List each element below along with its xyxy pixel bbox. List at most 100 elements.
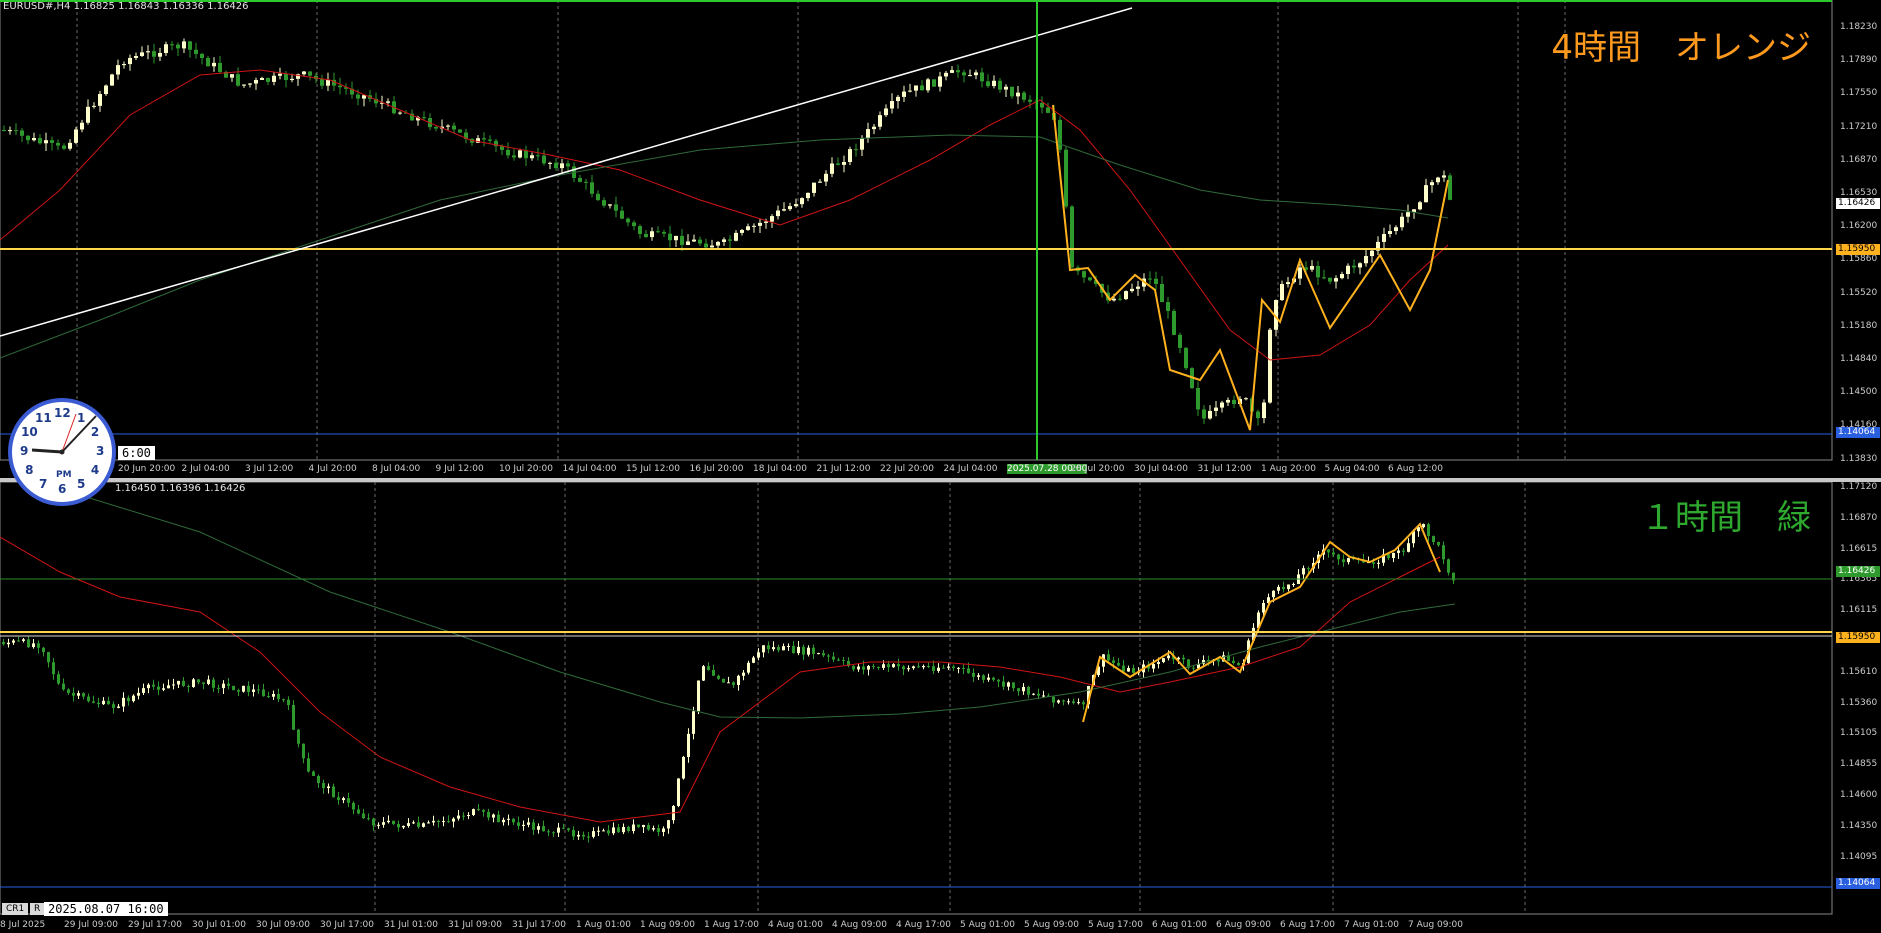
h4-candle <box>32 138 36 141</box>
h1-candle <box>297 729 300 744</box>
h4-candle <box>710 245 714 248</box>
h1-price-tick: 1.14855 <box>1840 759 1878 770</box>
h4-candle <box>782 209 786 211</box>
h4-candle <box>44 140 48 144</box>
h4-price-tick: 1.15520 <box>1840 287 1878 298</box>
h1-candle <box>852 665 855 670</box>
h4-chart-pane[interactable]: EURUSD#,H4 1.16825 1.16843 1.16336 1.164… <box>0 0 1881 478</box>
h4-candle <box>1148 278 1152 280</box>
h4-candle <box>14 130 18 132</box>
h4-candle <box>746 226 750 231</box>
indicator-tab-r[interactable]: R <box>30 903 45 915</box>
h1-candle <box>432 820 435 823</box>
h4-time-tick: 4 Jul 20:00 <box>308 464 357 474</box>
h1-candle <box>367 818 370 820</box>
h4-chart-canvas[interactable] <box>0 0 1881 478</box>
h1-price-tick: 1.17120 <box>1840 482 1878 492</box>
h1-candle <box>457 815 460 819</box>
h1-time-tick: 31 Jul 17:00 <box>512 920 566 930</box>
h4-candle <box>1286 282 1290 285</box>
h1-candle <box>917 666 920 668</box>
h4-time-tick: 24 Jul 04:00 <box>943 464 998 474</box>
h4-candle <box>980 72 984 82</box>
h1-candle <box>1022 686 1025 692</box>
h1-candle <box>1182 657 1185 660</box>
h4-candle <box>758 222 762 226</box>
h4-candle <box>806 192 810 199</box>
h1-candle <box>27 639 30 648</box>
h4-candle <box>188 41 192 50</box>
h1-candle <box>642 825 645 828</box>
h4-candle <box>1388 231 1392 234</box>
h4-time-tick: 9 Jul 12:00 <box>435 464 484 474</box>
h1-candle <box>1282 586 1285 590</box>
h4-candle <box>674 235 678 241</box>
h4-candle <box>1364 256 1368 264</box>
analog-clock-widget[interactable]: 12 1 2 3 4 5 6 7 8 9 10 11 PM <box>8 398 116 506</box>
h4-candle <box>104 85 108 95</box>
h1-time-tick: 6 Aug 09:00 <box>1216 920 1271 930</box>
h4-candle <box>242 84 246 86</box>
h1-candle <box>1012 682 1015 689</box>
h4-candle <box>776 210 780 217</box>
h4-candle <box>1310 265 1314 270</box>
h4-candle <box>692 239 696 242</box>
h1-time-tick: 30 Jul 17:00 <box>320 920 374 930</box>
h4-candle <box>986 81 990 87</box>
h1-candle <box>347 798 350 803</box>
h1-candle <box>302 743 305 759</box>
h1-candle <box>632 824 635 832</box>
h1-candle <box>397 824 400 828</box>
h1-chart-canvas[interactable] <box>0 482 1881 933</box>
h1-candle <box>517 822 520 826</box>
h1-candle <box>77 693 80 696</box>
h1-candle <box>392 820 395 825</box>
h1-time-box: 2025.08.07 16:00 <box>44 902 168 916</box>
h4-candle <box>638 226 642 234</box>
h1-candle <box>412 822 415 824</box>
h1-candle <box>262 689 265 697</box>
h1-plot-frame <box>0 482 1833 915</box>
h1-time-tick: 1 Aug 01:00 <box>576 920 631 930</box>
h4-candle <box>1448 175 1452 200</box>
h4-candle <box>110 74 114 86</box>
h1-candle <box>87 696 90 702</box>
h4-candle <box>518 150 522 158</box>
h4-candle <box>686 241 690 245</box>
clock-second-hand <box>61 413 77 453</box>
h4-candle <box>1130 288 1134 292</box>
h4-candle <box>20 130 24 136</box>
h1-candle <box>1427 524 1430 537</box>
indicator-tab-cr1[interactable]: CR1 <box>2 903 29 915</box>
h1-candle <box>1392 552 1395 559</box>
h1-label: １時間 緑 <box>1641 498 1811 538</box>
h4-candle <box>1406 212 1410 217</box>
h4-candle <box>536 155 540 157</box>
h1-candle <box>512 818 515 823</box>
h4-candle <box>284 73 288 81</box>
h4-candle <box>1058 119 1062 150</box>
h4-price-tick: 1.15860 <box>1840 254 1878 265</box>
h1-time-tick: 1 Aug 17:00 <box>704 920 759 930</box>
h1-candle <box>1272 590 1275 598</box>
h1-candle <box>707 666 710 670</box>
h1-candle <box>887 664 890 668</box>
h1-candle <box>1287 584 1290 590</box>
h1-candle <box>942 667 945 669</box>
h4-candle <box>914 85 918 91</box>
h1-candle <box>1162 658 1165 663</box>
h1-candle <box>627 826 630 832</box>
h4-candle <box>938 76 942 87</box>
h4-candle <box>452 125 456 130</box>
h1-candle <box>802 646 805 655</box>
h1-time-tick: 6 Aug 01:00 <box>1152 920 1207 930</box>
h4-price-tick: 1.18230 <box>1840 22 1878 32</box>
h1-candle <box>177 680 180 685</box>
h4-candle <box>920 85 924 91</box>
h1-time-tick: 31 Jul 01:00 <box>384 920 438 930</box>
h4-candle <box>320 79 324 86</box>
h1-candle <box>727 682 730 684</box>
h4-candle <box>122 64 126 66</box>
h1-chart-pane[interactable]: 1.16450 1.16396 1.16426 １時間 緑 1.17120 1.1… <box>0 482 1881 933</box>
h4-candle <box>458 129 462 133</box>
